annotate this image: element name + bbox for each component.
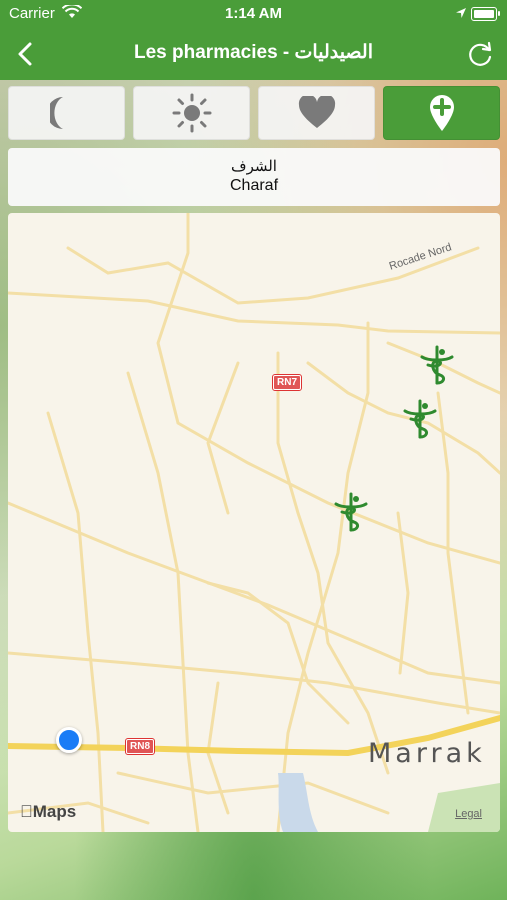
refresh-button[interactable] <box>465 38 497 70</box>
apple-maps-logo: Maps <box>20 802 76 821</box>
favorites-tab[interactable] <box>258 86 375 140</box>
user-location-dot <box>56 727 82 753</box>
refresh-icon <box>469 41 492 66</box>
apple-icon:  <box>20 802 33 821</box>
caduceus-icon <box>420 345 454 385</box>
map-view[interactable]: Rocade Nord RN7 RN8 Marrak Maps Legal <box>8 213 500 832</box>
night-pharmacies-tab[interactable] <box>8 86 125 140</box>
status-bar: Carrier 1:14 AM <box>0 0 507 28</box>
selected-pharmacy-card[interactable]: الشرف Charaf <box>8 148 500 206</box>
moon-icon <box>49 97 63 129</box>
sun-icon <box>172 93 211 133</box>
pharmacy-pin[interactable] <box>332 490 370 534</box>
day-pharmacies-tab[interactable] <box>133 86 250 140</box>
pharmacy-location-icon <box>429 95 454 131</box>
chevron-left-icon <box>18 42 32 66</box>
location-arrow-icon <box>455 6 467 23</box>
battery-icon <box>471 7 500 21</box>
nav-bar: Les pharmacies - الصيدليات <box>0 28 507 80</box>
mode-segmented-control <box>8 86 500 140</box>
back-button[interactable] <box>10 38 42 70</box>
page-title: Les pharmacies - الصيدليات <box>134 42 373 63</box>
pharmacy-name-arabic: الشرف <box>231 158 277 175</box>
legal-link[interactable]: Legal <box>455 808 482 820</box>
caduceus-icon <box>403 399 437 439</box>
pharmacy-pin[interactable] <box>401 397 439 441</box>
pharmacy-pin[interactable] <box>418 343 456 387</box>
nearby-pharmacies-tab[interactable] <box>383 86 500 140</box>
caduceus-icon <box>334 492 368 532</box>
heart-icon <box>298 96 335 128</box>
clock: 1:14 AM <box>225 5 282 22</box>
pharmacy-name-french: Charaf <box>229 177 279 194</box>
city-label: Marrak <box>368 738 486 769</box>
road-shield-rn8: RN8 <box>124 738 156 755</box>
road-shield-rn7: RN7 <box>271 374 303 391</box>
